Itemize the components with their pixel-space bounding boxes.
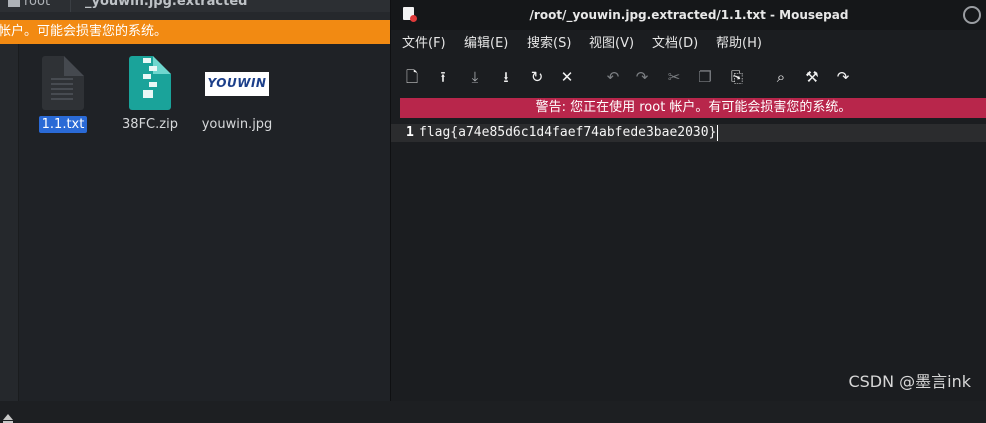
image-thumbnail: YOUWIN: [205, 72, 269, 96]
text-editor-area[interactable]: 1 flag{a74e85d6c1d4faef74abfede3bae2030}: [391, 118, 986, 401]
tab-extracted-label: _youwin.jpg.extracted: [85, 0, 248, 9]
menu-file[interactable]: 文件(F): [402, 30, 446, 58]
tab-root-label: root: [24, 0, 51, 9]
location-tabs: root _youwin.jpg.extracted: [0, 0, 390, 12]
file-item-youwin-jpg[interactable]: YOUWIN youwin.jpg: [197, 56, 277, 133]
reload-icon[interactable]: ↻: [527, 67, 547, 87]
mousepad-window: /root/_youwin.jpg.extracted/1.1.txt - Mo…: [390, 0, 986, 401]
sidebar: [0, 44, 19, 423]
find-replace-icon[interactable]: ⚒: [802, 67, 822, 87]
close-icon[interactable]: ✕: [557, 67, 577, 87]
root-warning-bar: 警告: 您正在使用 root 帐户。有可能会损害您的系统。: [400, 98, 986, 118]
menu-search[interactable]: 搜索(S): [527, 30, 571, 58]
copy-icon[interactable]: ❐: [695, 67, 715, 87]
menu-edit[interactable]: 编辑(E): [464, 30, 508, 58]
file-item-38fc-zip[interactable]: 38FC.zip: [110, 56, 190, 133]
eject-icon[interactable]: [3, 414, 13, 423]
root-warning-text: 帐户。可能会损害您的系统。: [0, 24, 168, 39]
cut-icon[interactable]: ✂: [664, 67, 684, 87]
menu-view[interactable]: 视图(V): [589, 30, 634, 58]
find-icon[interactable]: ⌕: [771, 67, 791, 87]
menu-help[interactable]: 帮助(H): [716, 30, 762, 58]
home-icon: [8, 0, 20, 7]
watermark: CSDN @墨言ink: [848, 372, 971, 391]
file-name: 1.1.txt: [38, 116, 88, 133]
line-content[interactable]: flag{a74e85d6c1d4faef74abfede3bae2030}: [419, 124, 719, 142]
redo-icon[interactable]: ↷: [632, 67, 652, 87]
window-title: /root/_youwin.jpg.extracted/1.1.txt - Mo…: [529, 8, 849, 22]
text-caret: [717, 124, 719, 141]
menu-bar: 文件(F) 编辑(E) 搜索(S) 视图(V) 文档(D) 帮助(H): [391, 30, 986, 58]
thumbnail-logo-text: YOUWIN: [207, 76, 267, 90]
file-name: youwin.jpg: [201, 117, 273, 132]
tab-extracted[interactable]: _youwin.jpg.extracted: [70, 0, 247, 12]
go-to-icon[interactable]: ↷: [833, 67, 853, 87]
file-name: 38FC.zip: [122, 117, 178, 132]
line-number: 1: [406, 125, 414, 140]
text-file-icon: [42, 56, 84, 110]
title-bar[interactable]: /root/_youwin.jpg.extracted/1.1.txt - Mo…: [391, 0, 986, 30]
root-warning-bar: 帐户。可能会损害您的系统。: [0, 20, 390, 44]
new-document-icon[interactable]: 🗋: [402, 67, 422, 87]
zip-archive-icon: [129, 56, 171, 110]
open-icon[interactable]: ⭱: [433, 67, 453, 87]
tab-root[interactable]: root: [8, 0, 50, 12]
file-manager-window: root _youwin.jpg.extracted 帐户。可能会损害您的系统。…: [0, 0, 390, 423]
file-view: 1.1.txt 38FC.zip YOUWIN youwin.jpg: [19, 44, 390, 401]
save-as-icon[interactable]: ⭳: [496, 67, 516, 87]
file-item-1-1-txt[interactable]: 1.1.txt: [23, 56, 103, 133]
window-close-button[interactable]: [963, 6, 981, 24]
undo-icon[interactable]: ↶: [603, 67, 623, 87]
save-icon[interactable]: ⤓: [465, 67, 485, 87]
line-text: flag{a74e85d6c1d4faef74abfede3bae2030}: [419, 125, 717, 140]
paste-icon[interactable]: ⎘: [727, 67, 747, 87]
toolbar: 🗋 ⭱ ⤓ ⭳ ↻ ✕ ↶ ↷ ✂ ❐ ⎘ ⌕ ⚒ ↷: [391, 58, 986, 96]
current-line: 1 flag{a74e85d6c1d4faef74abfede3bae2030}: [391, 124, 986, 142]
menu-document[interactable]: 文档(D): [652, 30, 698, 58]
